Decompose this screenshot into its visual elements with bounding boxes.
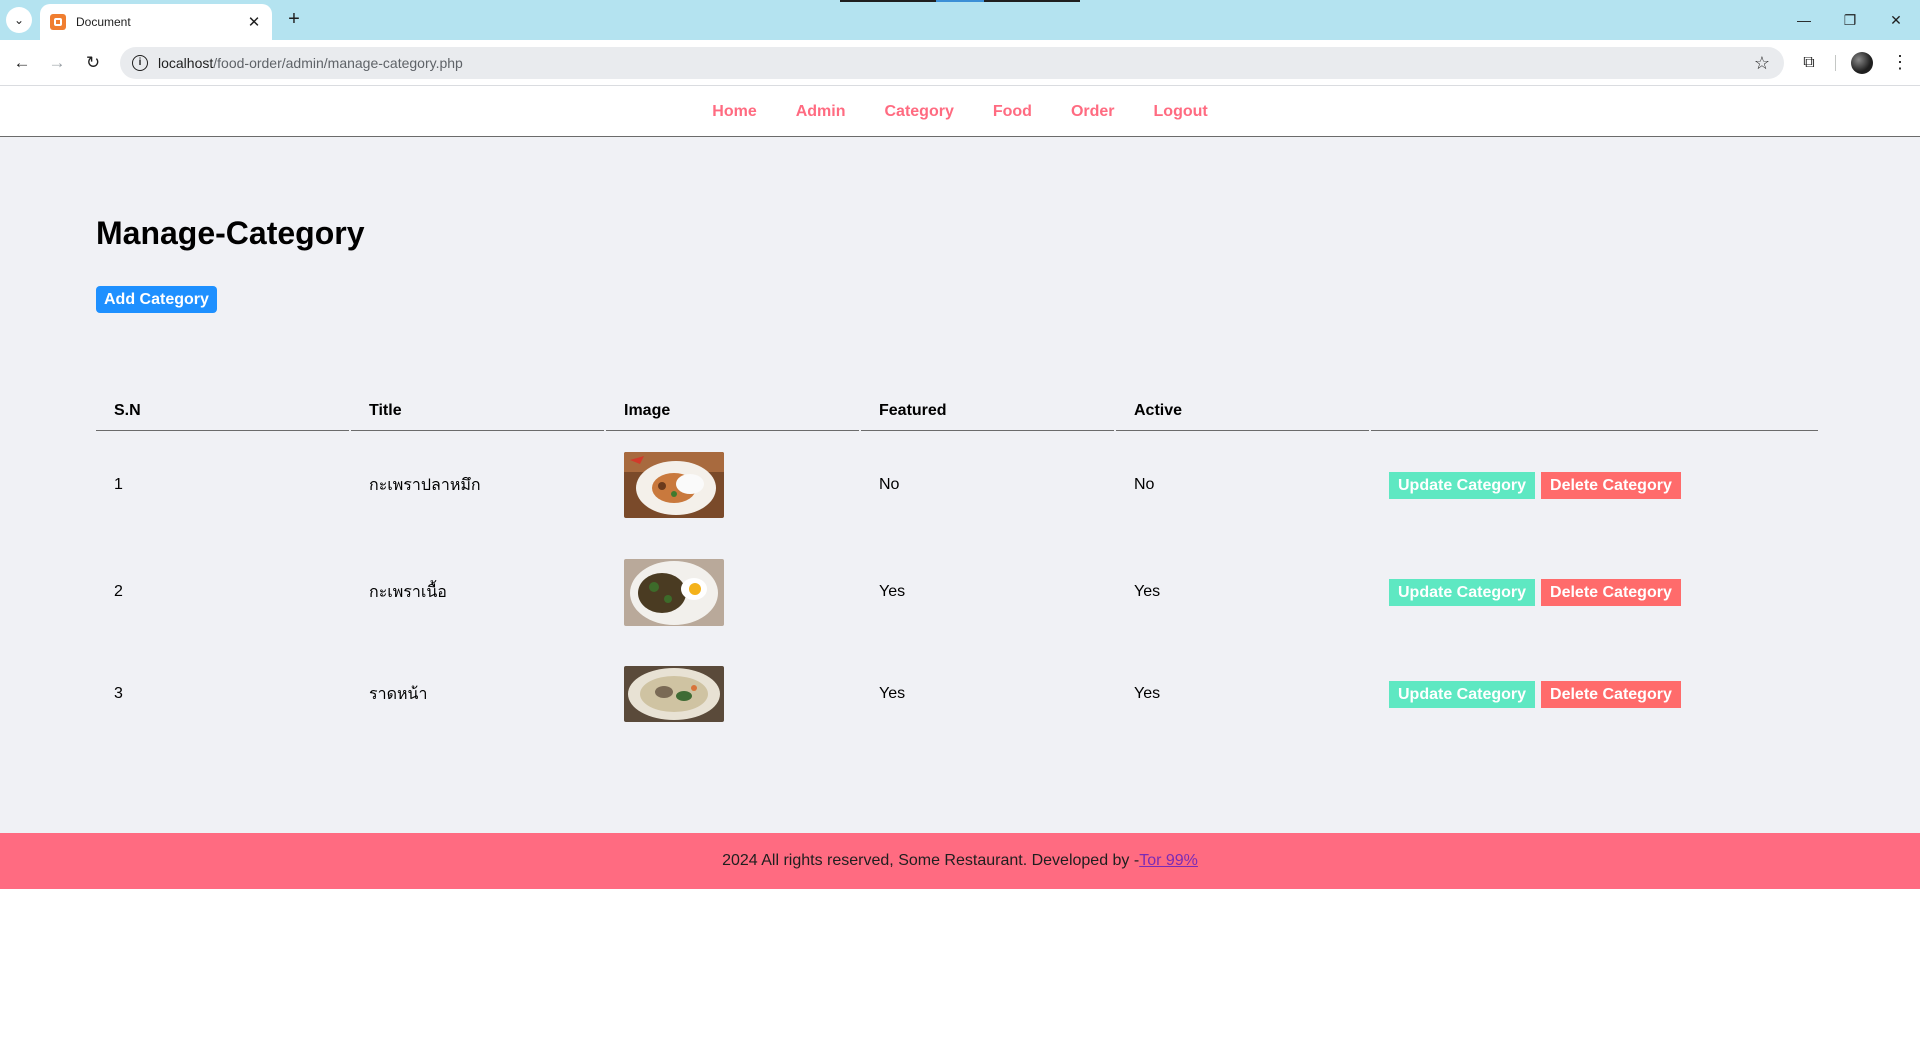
reload-icon[interactable]: ↻ [81,51,105,75]
category-table: S.N Title Image Featured Active 1 กะเพรา… [94,391,1820,743]
cell-sn: 1 [114,476,123,493]
header-title: Title [351,391,604,431]
cell-featured: Yes [879,685,906,702]
category-image [624,452,724,518]
cell-actions: Update Category Delete Category [1371,645,1818,743]
header-actions [1371,391,1818,431]
table-row: 1 กะเพราปลาหมึก No No Update Category De… [96,431,1818,539]
nav-logout-link[interactable]: Logout [1154,103,1208,121]
table-row: 2 กะเพราเนื้อ Yes Yes Update Category De… [96,539,1818,645]
minimize-icon[interactable]: — [1787,6,1821,34]
category-image [624,666,724,722]
category-image [624,558,724,626]
update-category-button[interactable]: Update Category [1389,471,1536,499]
cell-featured: Yes [879,583,906,600]
web-page: Home Admin Category Food Order Logout Ma… [0,87,1920,1040]
tab-close-icon[interactable]: ✕ [246,13,262,31]
nav-food-link[interactable]: Food [993,103,1032,121]
footer-developer-link[interactable]: Tor 99% [1139,852,1198,870]
browser-toolbar: ← → ↻ i localhost/food-order/admin/manag… [0,40,1920,86]
bookmark-star-icon[interactable]: ☆ [1754,53,1770,74]
window-drag-indicator-highlight [936,0,984,2]
footer: 2024 All rights reserved, Some Restauran… [0,833,1920,889]
nav-admin-link[interactable]: Admin [796,103,846,121]
cell-active: Yes [1134,583,1161,600]
tab-search-chevron-icon[interactable]: ⌄ [6,7,32,33]
cell-actions: Update Category Delete Category [1371,539,1818,645]
profile-avatar-icon[interactable] [1851,52,1873,74]
add-category-button[interactable]: Add Category [96,286,217,313]
url-host: localhost [158,55,214,71]
browser-tab-bar: ⌄ Document ✕ + — ❐ ✕ [0,0,1920,40]
back-arrow-icon[interactable]: ← [10,51,34,75]
nav-order-link[interactable]: Order [1071,103,1115,121]
table-row: 3 ราดหน้า Yes Yes Update Category Delete… [96,645,1818,743]
cell-image [606,431,859,539]
cell-featured: No [879,476,900,493]
cell-active: Yes [1134,685,1161,702]
footer-text: 2024 All rights reserved, Some Restauran… [722,852,1140,869]
header-sn: S.N [96,391,349,431]
delete-category-button[interactable]: Delete Category [1541,471,1681,499]
table-header-row: S.N Title Image Featured Active [96,391,1818,431]
cell-actions: Update Category Delete Category [1371,431,1818,539]
site-info-icon[interactable]: i [132,55,148,71]
update-category-button[interactable]: Update Category [1389,578,1536,606]
window-close-icon[interactable]: ✕ [1879,6,1913,34]
extensions-puzzle-icon[interactable]: ⧉ [1797,51,1821,75]
header-active: Active [1116,391,1369,431]
browser-menu-dots-icon[interactable]: ⋮ [1888,51,1912,75]
browser-tab[interactable]: Document ✕ [40,4,272,40]
url-text[interactable]: localhost/food-order/admin/manage-catego… [158,55,463,71]
address-bar[interactable]: i localhost/food-order/admin/manage-cate… [120,47,1784,79]
update-category-button[interactable]: Update Category [1389,680,1536,708]
cell-image [606,645,859,743]
cell-title: กะเพราเนื้อ [369,583,447,601]
page-title: Manage-Category [96,215,365,251]
toolbar-separator [1835,55,1836,71]
new-tab-plus-icon[interactable]: + [282,8,306,32]
cell-sn: 2 [114,583,123,600]
top-nav-menu: Home Admin Category Food Order Logout [0,87,1920,137]
delete-category-button[interactable]: Delete Category [1541,680,1681,708]
cell-sn: 3 [114,685,123,702]
tab-title: Document [76,15,131,29]
main-content: Manage-Category Add Category S.N Title I… [0,137,1920,833]
delete-category-button[interactable]: Delete Category [1541,578,1681,606]
nav-category-link[interactable]: Category [885,103,954,121]
header-featured: Featured [861,391,1114,431]
xampp-favicon-icon [50,14,66,30]
cell-title: ราดหน้า [369,685,428,703]
cell-title: กะเพราปลาหมึก [369,476,481,494]
url-path: /food-order/admin/manage-category.php [213,55,463,71]
forward-arrow-icon[interactable]: → [45,51,69,75]
restore-icon[interactable]: ❐ [1833,6,1867,34]
header-image: Image [606,391,859,431]
nav-home-link[interactable]: Home [712,103,756,121]
cell-active: No [1134,476,1155,493]
cell-image [606,539,859,645]
